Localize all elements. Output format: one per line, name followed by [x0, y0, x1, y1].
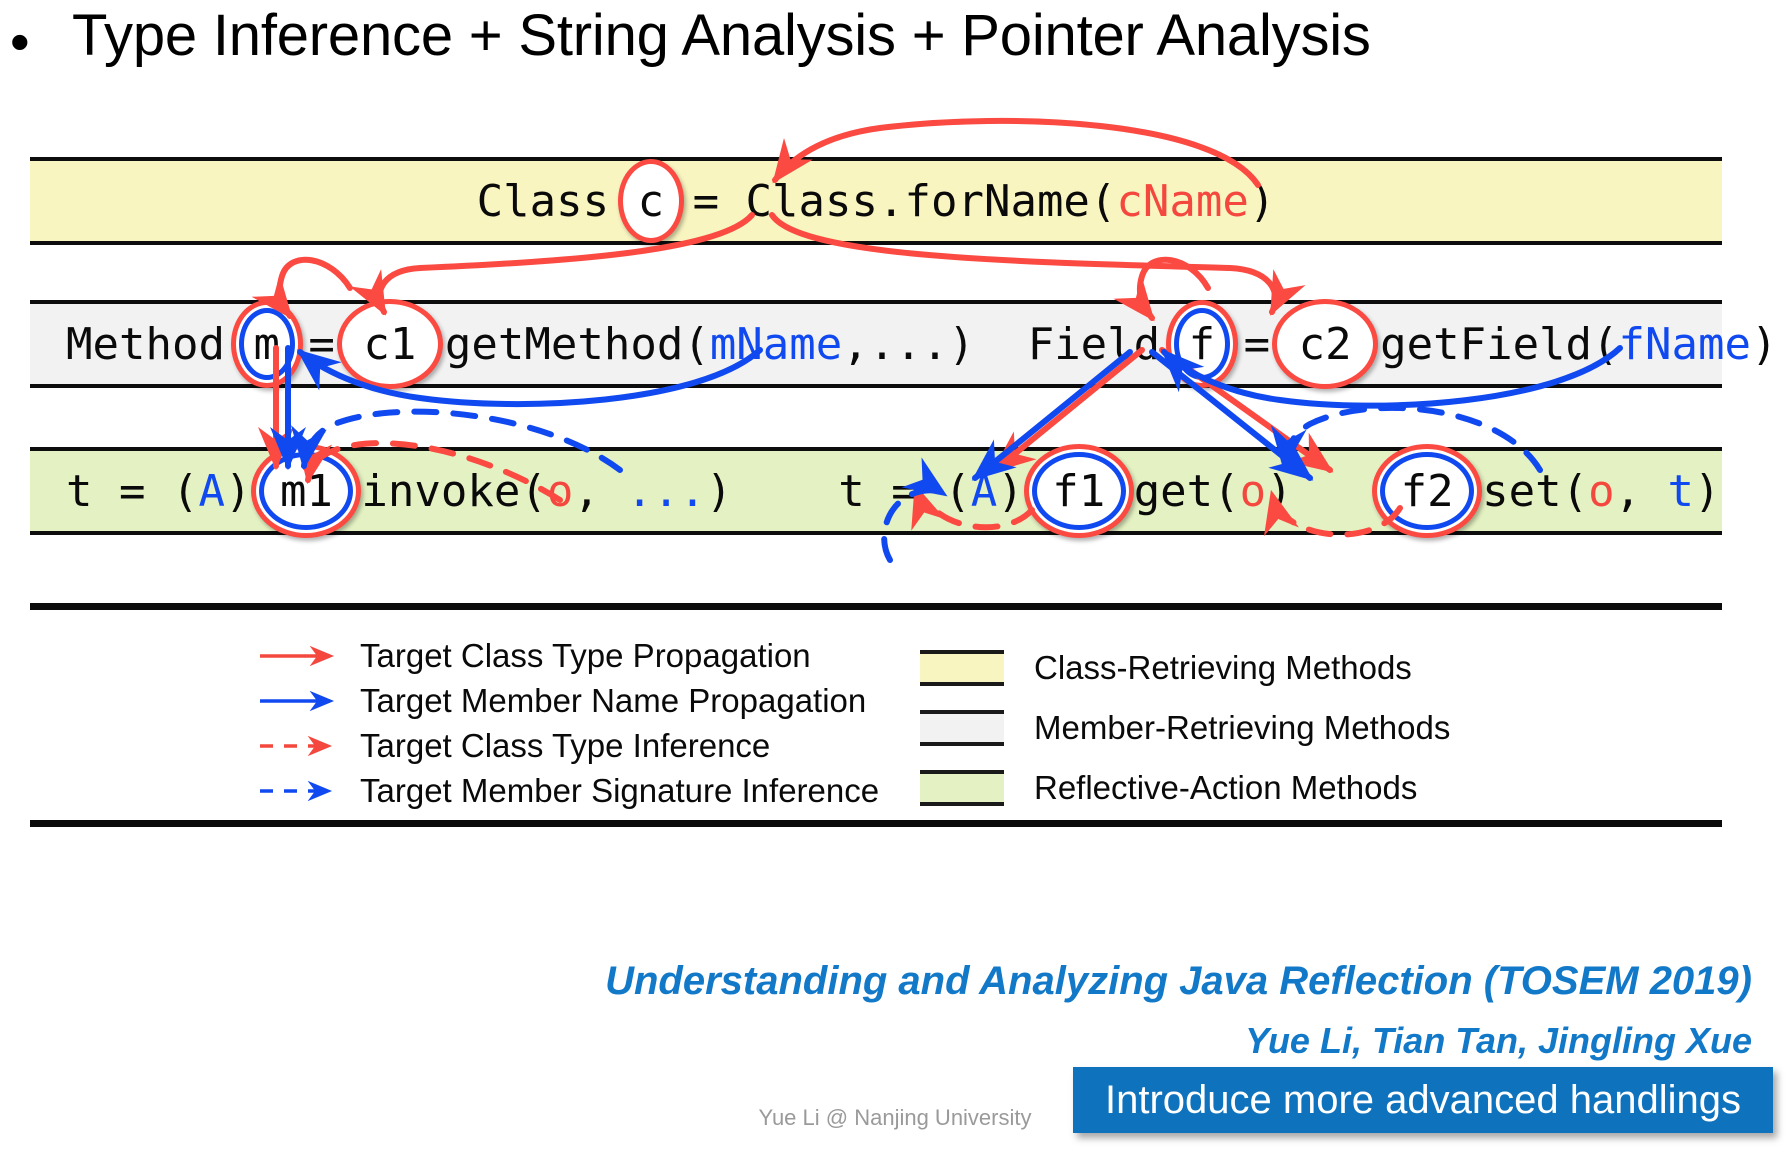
code-token-invoke-sep: , [573, 465, 627, 517]
code-token-mid: = Class.forName( [666, 175, 1117, 227]
swatch-class-retrieving [920, 650, 1004, 686]
circled-var-c1[interactable]: c1 [361, 319, 418, 370]
circled-var-f-label: f [1188, 318, 1216, 370]
circled-var-c2[interactable]: c2 [1297, 319, 1354, 370]
swatch-reflective-action [920, 770, 1004, 806]
code-gap-2 [732, 466, 838, 517]
circled-var-f2-label: f2 [1400, 465, 1454, 517]
band-reflective-action: t = (A) m1 .invoke(o, ...) t = (A) f1 .get… [30, 447, 1722, 535]
code-token-set-post: ) [1694, 465, 1721, 517]
code-token-set-sep: , [1614, 465, 1668, 517]
legend-label: Target Member Signature Inference [360, 771, 880, 809]
circled-var-m1-label: m1 [279, 465, 333, 517]
legend-rule-top [30, 603, 1722, 610]
legend-arrow-icon [258, 780, 346, 801]
legend-arrows: Target Class Type Propagation Target Mem… [258, 633, 898, 813]
band-class-retrieving: Class c = Class.forName(cName) [30, 157, 1722, 245]
band-member-retrieving: Method m = c1 .getMethod(mName,...) Field… [30, 300, 1777, 388]
swatch-label: Class-Retrieving Methods [1034, 649, 1412, 686]
legend-rule-bottom [30, 820, 1722, 827]
code-token-invoke-pre: t = ( [66, 465, 199, 517]
code-token-post: ) [1248, 175, 1276, 227]
circled-var-c[interactable]: c [636, 176, 667, 227]
legend-swatches: Class-Retrieving Methods Member-Retrievi… [920, 638, 1620, 818]
code-token-set-t: t [1667, 465, 1695, 517]
page-title: Type Inference + String Analysis + Point… [72, 3, 1371, 68]
code-token-invoke-call: .invoke( [334, 465, 547, 517]
citation-title: Understanding and Analyzing Java Reflect… [605, 959, 1752, 1003]
code-token-cname: cName [1116, 175, 1249, 227]
code-token-method-pre: Method [66, 318, 252, 370]
circled-var-c1-label: c1 [363, 318, 417, 370]
code-gap-1 [975, 319, 1028, 370]
swatch-label: Member-Retrieving Methods [1034, 709, 1451, 746]
swatch-label: Reflective-Action Methods [1034, 769, 1418, 806]
code-member-statements: Method m = c1 .getMethod(mName,...) Field… [30, 304, 1777, 384]
code-token-invoke-ellipsis: ... [626, 465, 706, 517]
bullet-icon [10, 14, 30, 70]
circled-var-f2[interactable]: f2 [1399, 466, 1456, 517]
circled-var-m-label: m [253, 318, 280, 370]
code-token-mname: mName [709, 318, 843, 370]
code-token-set-o: o [1588, 465, 1615, 517]
code-token-get-cast: A [970, 465, 998, 517]
legend-item: Target Member Name Propagation [258, 678, 898, 723]
legend-swatch-item: Reflective-Action Methods [920, 758, 1620, 818]
title-row: Type Inference + String Analysis + Point… [0, 0, 1790, 92]
legend-label: Target Class Type Inference [360, 726, 771, 764]
code-class-forname: Class c = Class.forName(cName) [30, 161, 1722, 241]
citation-authors: Yue Li, Tian Tan, Jingling Xue [1245, 1020, 1752, 1061]
legend-swatch-item: Member-Retrieving Methods [920, 698, 1620, 758]
code-token-getmethod: .getMethod( [418, 318, 710, 370]
code-token-getfield: .getField( [1353, 318, 1619, 370]
code-token-invoke-post: ) [705, 465, 733, 517]
code-token-get-post: ) [1266, 465, 1293, 517]
swatch-member-retrieving [920, 710, 1004, 746]
circled-var-f[interactable]: f [1187, 319, 1218, 370]
code-token-pre: Class [476, 175, 636, 227]
legend-arrow-icon [258, 645, 346, 666]
legend-arrow-icon [258, 690, 346, 711]
code-action-statements: t = (A) m1 .invoke(o, ...) t = (A) f1 .get… [30, 451, 1722, 531]
legend-item: Target Member Signature Inference [258, 768, 898, 813]
circled-var-f1-label: f1 [1052, 465, 1106, 517]
circled-var-c2-label: c2 [1298, 318, 1352, 370]
legend-label: Target Class Type Propagation [360, 636, 811, 674]
code-token-invoke-o: o [546, 465, 574, 517]
circled-var-m1[interactable]: m1 [278, 466, 335, 517]
code-token-method-post: ,...) [842, 318, 975, 370]
legend-label: Target Member Name Propagation [360, 681, 867, 719]
circled-var-m[interactable]: m [251, 319, 282, 370]
code-token-invoke-cast: A [198, 465, 225, 517]
circled-var-c-label: c [637, 175, 665, 227]
code-token-field-post: ) [1750, 318, 1778, 370]
legend-swatch-item: Class-Retrieving Methods [920, 638, 1620, 698]
code-token-field-pre: Field [1027, 318, 1187, 370]
legend-item: Target Class Type Inference [258, 723, 898, 768]
legend-item: Target Class Type Propagation [258, 633, 898, 678]
code-token-get-o: o [1239, 465, 1267, 517]
circled-var-f1[interactable]: f1 [1050, 466, 1107, 517]
slide-root: Type Inference + String Analysis + Point… [0, 0, 1790, 1163]
footer-attribution: Yue Li @ Nanjing University [758, 1105, 1032, 1130]
code-token-fname: fName [1618, 318, 1751, 370]
legend-arrow-icon [258, 735, 346, 756]
code-token-get-pre: t = ( [838, 465, 971, 517]
